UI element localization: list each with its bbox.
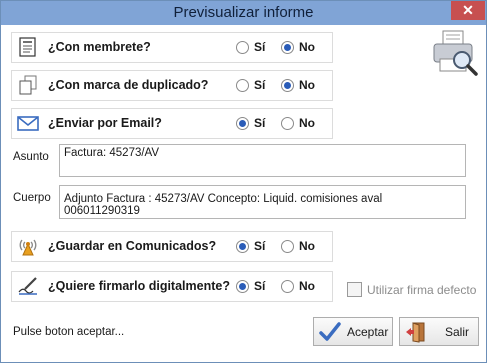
radio-no-label: No — [299, 279, 315, 293]
status-text: Pulse boton aceptar... — [13, 326, 125, 338]
option-comunicados: ¿Guardar en Comunicados? Sí No — [11, 231, 333, 262]
envelope-icon — [17, 113, 39, 133]
default-signature-checkbox[interactable] — [347, 282, 362, 297]
option-email: ¿Enviar por Email? Sí No — [11, 108, 333, 139]
dialog-window: Previsualizar informe ✕ ¿Con membrete? S… — [0, 0, 487, 363]
radio-no-duplicado[interactable] — [281, 79, 294, 92]
cuerpo-label: Cuerpo — [13, 192, 51, 204]
window-title: Previsualizar informe — [173, 4, 314, 21]
exit-button[interactable]: Salir — [399, 317, 479, 346]
option-firma: ¿Quiere firmarlo digitalmente? Sí No — [11, 271, 333, 302]
radio-no-email[interactable] — [281, 117, 294, 130]
radio-no-membrete[interactable] — [281, 41, 294, 54]
option-duplicado: ¿Con marca de duplicado? Sí No — [11, 70, 333, 101]
radio-si-firma[interactable] — [236, 280, 249, 293]
option-label: ¿Quiere firmarlo digitalmente? — [48, 279, 230, 293]
broadcast-icon — [17, 236, 39, 256]
default-signature-label: Utilizar firma defecto — [367, 283, 477, 297]
radio-no-label: No — [299, 116, 315, 130]
exit-label: Salir — [445, 325, 470, 339]
option-label: ¿Con membrete? — [48, 40, 151, 54]
radio-si-duplicado[interactable] — [236, 79, 249, 92]
radio-si-label: Sí — [254, 40, 266, 54]
radio-si-label: Sí — [254, 78, 266, 92]
radio-no-firma[interactable] — [281, 280, 294, 293]
title-bar[interactable]: Previsualizar informe ✕ — [1, 1, 486, 25]
option-membrete: ¿Con membrete? Sí No — [11, 32, 333, 63]
radio-si-comunicados[interactable] — [236, 240, 249, 253]
option-label: ¿Enviar por Email? — [48, 116, 162, 130]
radio-si-email[interactable] — [236, 117, 249, 130]
radio-si-label: Sí — [254, 116, 266, 130]
close-button[interactable]: ✕ — [451, 1, 485, 20]
radio-si-label: Sí — [254, 239, 266, 253]
radio-si-membrete[interactable] — [236, 41, 249, 54]
radio-no-comunicados[interactable] — [281, 240, 294, 253]
exit-door-icon — [405, 321, 427, 343]
option-label: ¿Guardar en Comunicados? — [48, 239, 217, 253]
accept-button[interactable]: Aceptar — [313, 317, 393, 346]
print-preview-icon — [431, 29, 479, 77]
cuerpo-field[interactable]: Adjunto Factura : 45273/AV Concepto: Liq… — [59, 185, 466, 219]
asunto-label: Asunto — [13, 151, 49, 163]
radio-no-label: No — [299, 78, 315, 92]
duplicate-pages-icon — [17, 75, 39, 95]
radio-no-label: No — [299, 239, 315, 253]
letterhead-icon — [17, 37, 39, 57]
option-label: ¿Con marca de duplicado? — [48, 78, 209, 92]
signature-pen-icon — [17, 276, 39, 296]
accept-label: Aceptar — [347, 325, 389, 339]
checkmark-icon — [319, 321, 341, 343]
asunto-field[interactable]: Factura: 45273/AV — [59, 144, 466, 177]
radio-si-label: Sí — [254, 279, 266, 293]
radio-no-label: No — [299, 40, 315, 54]
dialog-body: ¿Con membrete? Sí No ¿Con marca de dupli… — [1, 25, 486, 362]
